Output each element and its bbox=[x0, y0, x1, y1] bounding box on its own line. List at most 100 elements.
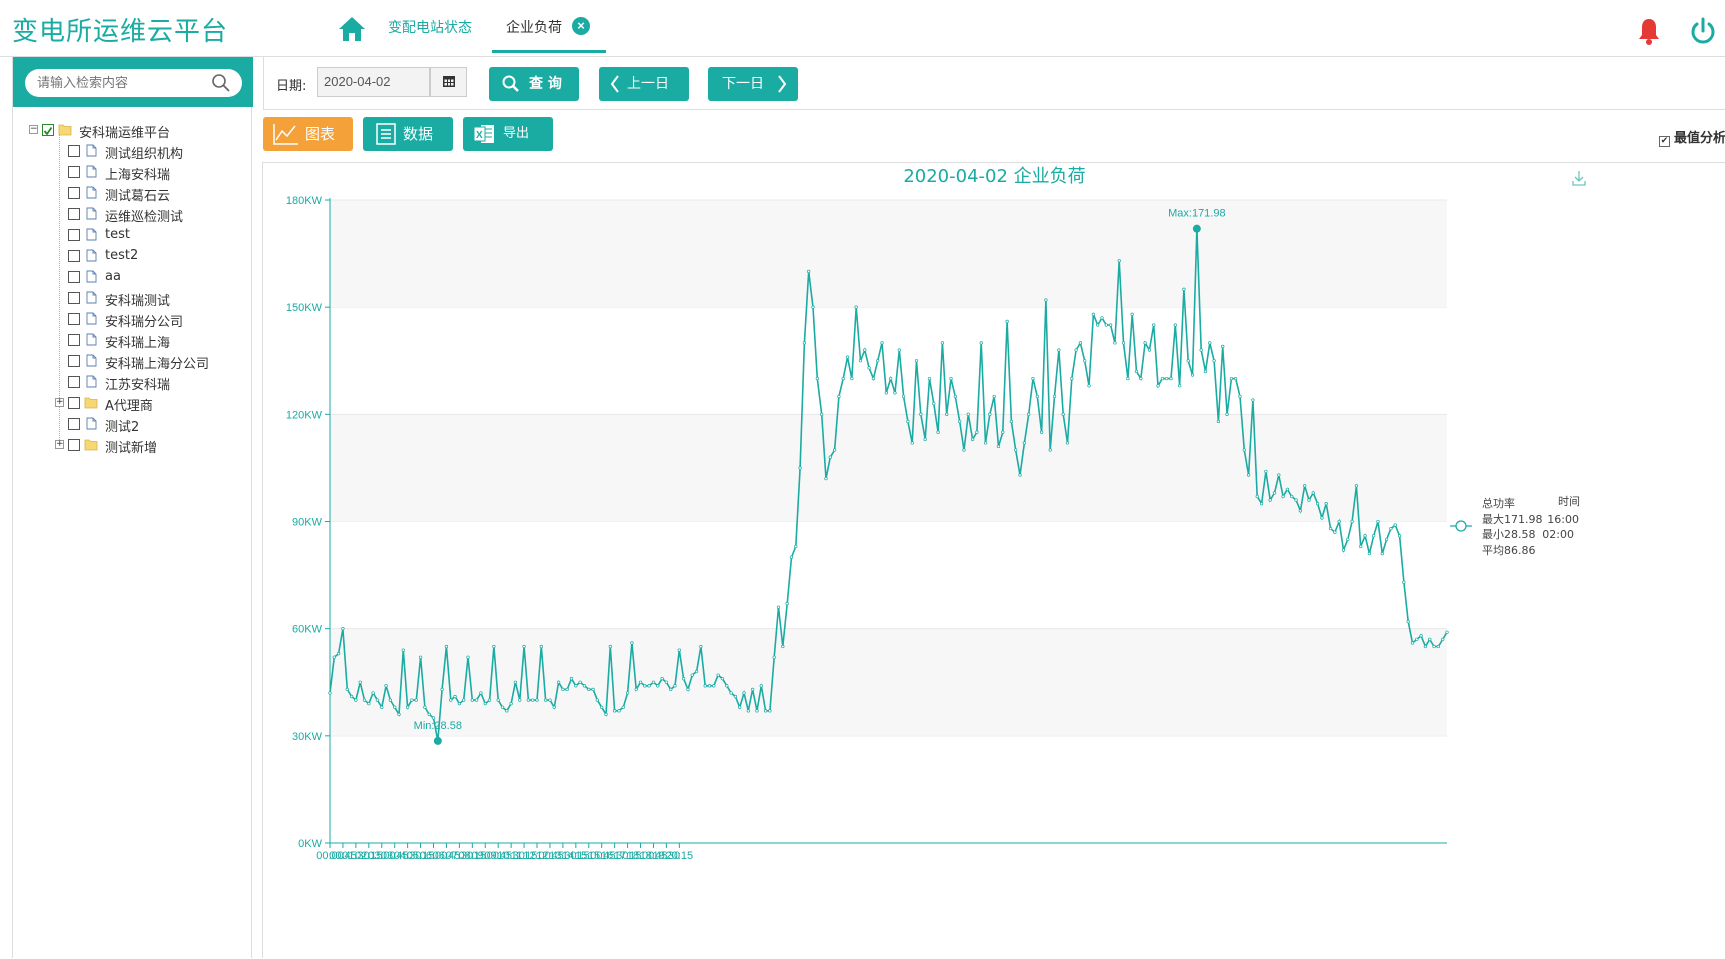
tree-item[interactable]: 安科瑞上海分公司 bbox=[33, 350, 253, 372]
tree-item[interactable]: + 测试新增 bbox=[33, 434, 253, 456]
collapse-icon[interactable]: − bbox=[29, 125, 38, 134]
tree-item[interactable]: 江苏安科瑞 bbox=[33, 371, 253, 393]
expand-icon[interactable]: + bbox=[55, 440, 64, 449]
data-point bbox=[958, 419, 962, 424]
search-icon[interactable] bbox=[211, 73, 231, 93]
prev-day-button[interactable]: 上一日 bbox=[599, 67, 689, 101]
data-point bbox=[479, 691, 483, 695]
data-point bbox=[1173, 323, 1177, 327]
tree-checkbox[interactable] bbox=[68, 397, 80, 409]
maxmin-checkbox[interactable]: ✔ bbox=[1659, 136, 1670, 147]
tree-item[interactable]: 测试葛石云 bbox=[33, 182, 253, 204]
data-point bbox=[578, 680, 582, 684]
tree-checkbox[interactable] bbox=[68, 376, 80, 388]
date-toolbar: 日期: 2020-04-02 查 询 上一日 下一日 bbox=[263, 57, 1725, 110]
tree-item[interactable]: 安科瑞分公司 bbox=[33, 308, 253, 330]
file-icon bbox=[86, 207, 97, 220]
data-point bbox=[1246, 473, 1251, 477]
expand-icon[interactable]: + bbox=[55, 398, 64, 407]
data-point bbox=[1320, 516, 1324, 520]
data-point bbox=[543, 698, 548, 702]
data-point bbox=[427, 712, 431, 717]
chart-view-button[interactable]: 图表 bbox=[263, 117, 353, 151]
tree-item-label: 江苏安科瑞 bbox=[105, 378, 171, 393]
data-point bbox=[1238, 394, 1242, 399]
tree-checkbox[interactable] bbox=[68, 355, 80, 367]
load-chart: 0KW30KW60KW90KW120KW150KW180KW00:0000:45… bbox=[286, 171, 1586, 862]
tree-checkbox[interactable] bbox=[68, 292, 80, 304]
tree-checkbox[interactable] bbox=[68, 187, 80, 199]
maxmin-analysis-toggle[interactable]: ✔ 最值分析 bbox=[1659, 127, 1725, 147]
tree-checkbox[interactable] bbox=[68, 439, 80, 451]
data-point bbox=[470, 698, 474, 702]
file-icon bbox=[86, 228, 97, 241]
legend-series-name: 总功率 bbox=[1482, 496, 1515, 510]
data-point bbox=[556, 680, 561, 684]
tree-item[interactable]: aa bbox=[33, 266, 253, 287]
data-point bbox=[1432, 644, 1436, 649]
tree-checkbox[interactable] bbox=[68, 229, 80, 241]
tree-item[interactable]: − 安科瑞运维平台 bbox=[29, 119, 253, 141]
data-point bbox=[1186, 359, 1190, 363]
next-day-label: 下一日 bbox=[722, 76, 764, 92]
tree-checkbox[interactable] bbox=[68, 418, 80, 430]
data-point bbox=[1156, 384, 1160, 388]
tree-checkbox[interactable] bbox=[42, 124, 54, 136]
data-point bbox=[1134, 369, 1139, 374]
tree-item[interactable]: 测试2 bbox=[33, 413, 253, 435]
tree-item[interactable]: 安科瑞测试 bbox=[33, 287, 253, 309]
tree-checkbox[interactable] bbox=[68, 166, 80, 178]
tree-item[interactable]: 测试组织机构 bbox=[33, 140, 253, 162]
data-point bbox=[612, 709, 617, 713]
data-point bbox=[880, 341, 884, 345]
tree-checkbox[interactable] bbox=[68, 313, 80, 325]
data-point bbox=[1139, 376, 1143, 381]
x-tick-label: 20:15 bbox=[666, 850, 694, 862]
query-button[interactable]: 查 询 bbox=[489, 67, 579, 101]
data-point bbox=[871, 376, 876, 381]
data-point bbox=[940, 341, 945, 345]
export-button[interactable]: X 导出 bbox=[463, 117, 553, 151]
data-point bbox=[1087, 384, 1091, 388]
data-point bbox=[1372, 534, 1376, 538]
tree-checkbox[interactable] bbox=[68, 271, 80, 283]
tree-item[interactable]: 上海安科瑞 bbox=[33, 161, 253, 183]
tree-item[interactable]: + A代理商 bbox=[33, 392, 253, 414]
search-input[interactable] bbox=[25, 69, 242, 97]
data-point bbox=[531, 698, 535, 702]
data-point bbox=[548, 698, 552, 702]
power-icon[interactable] bbox=[1689, 16, 1717, 46]
tree-checkbox[interactable] bbox=[68, 145, 80, 157]
data-view-button[interactable]: 数据 bbox=[363, 117, 453, 151]
tree-item[interactable]: test bbox=[33, 224, 253, 245]
data-point bbox=[1380, 552, 1384, 556]
tree-item[interactable]: test2 bbox=[33, 245, 253, 266]
tab-close-icon[interactable]: × bbox=[572, 17, 590, 35]
tree-item[interactable]: 运维巡检测试 bbox=[33, 203, 253, 225]
data-point bbox=[1152, 323, 1156, 327]
data-point bbox=[410, 698, 414, 702]
tree-item-label: 测试新增 bbox=[105, 441, 158, 456]
data-point bbox=[505, 709, 509, 713]
data-point bbox=[656, 684, 660, 688]
next-day-button[interactable]: 下一日 bbox=[708, 67, 798, 101]
tree-checkbox[interactable] bbox=[68, 208, 80, 220]
data-point bbox=[1281, 494, 1285, 499]
tree-checkbox[interactable] bbox=[68, 334, 80, 346]
tree-item[interactable]: 安科瑞上海 bbox=[33, 329, 253, 351]
data-point bbox=[431, 716, 436, 720]
tree-checkbox[interactable] bbox=[68, 250, 80, 262]
data-point bbox=[1285, 487, 1290, 492]
data-point bbox=[970, 437, 975, 441]
data-point bbox=[828, 455, 832, 459]
home-icon[interactable] bbox=[337, 14, 367, 44]
tab-enterprise-load[interactable]: 企业负荷 bbox=[506, 17, 562, 37]
data-view-label: 数据 bbox=[403, 125, 434, 143]
data-point bbox=[565, 687, 569, 692]
date-input[interactable]: 2020-04-02 bbox=[317, 67, 430, 97]
calendar-button[interactable] bbox=[430, 67, 467, 97]
data-point bbox=[1307, 498, 1311, 502]
data-point bbox=[703, 684, 707, 688]
bell-icon[interactable] bbox=[1636, 16, 1662, 46]
tab-substation-status[interactable]: 变配电站状态 bbox=[388, 17, 472, 37]
